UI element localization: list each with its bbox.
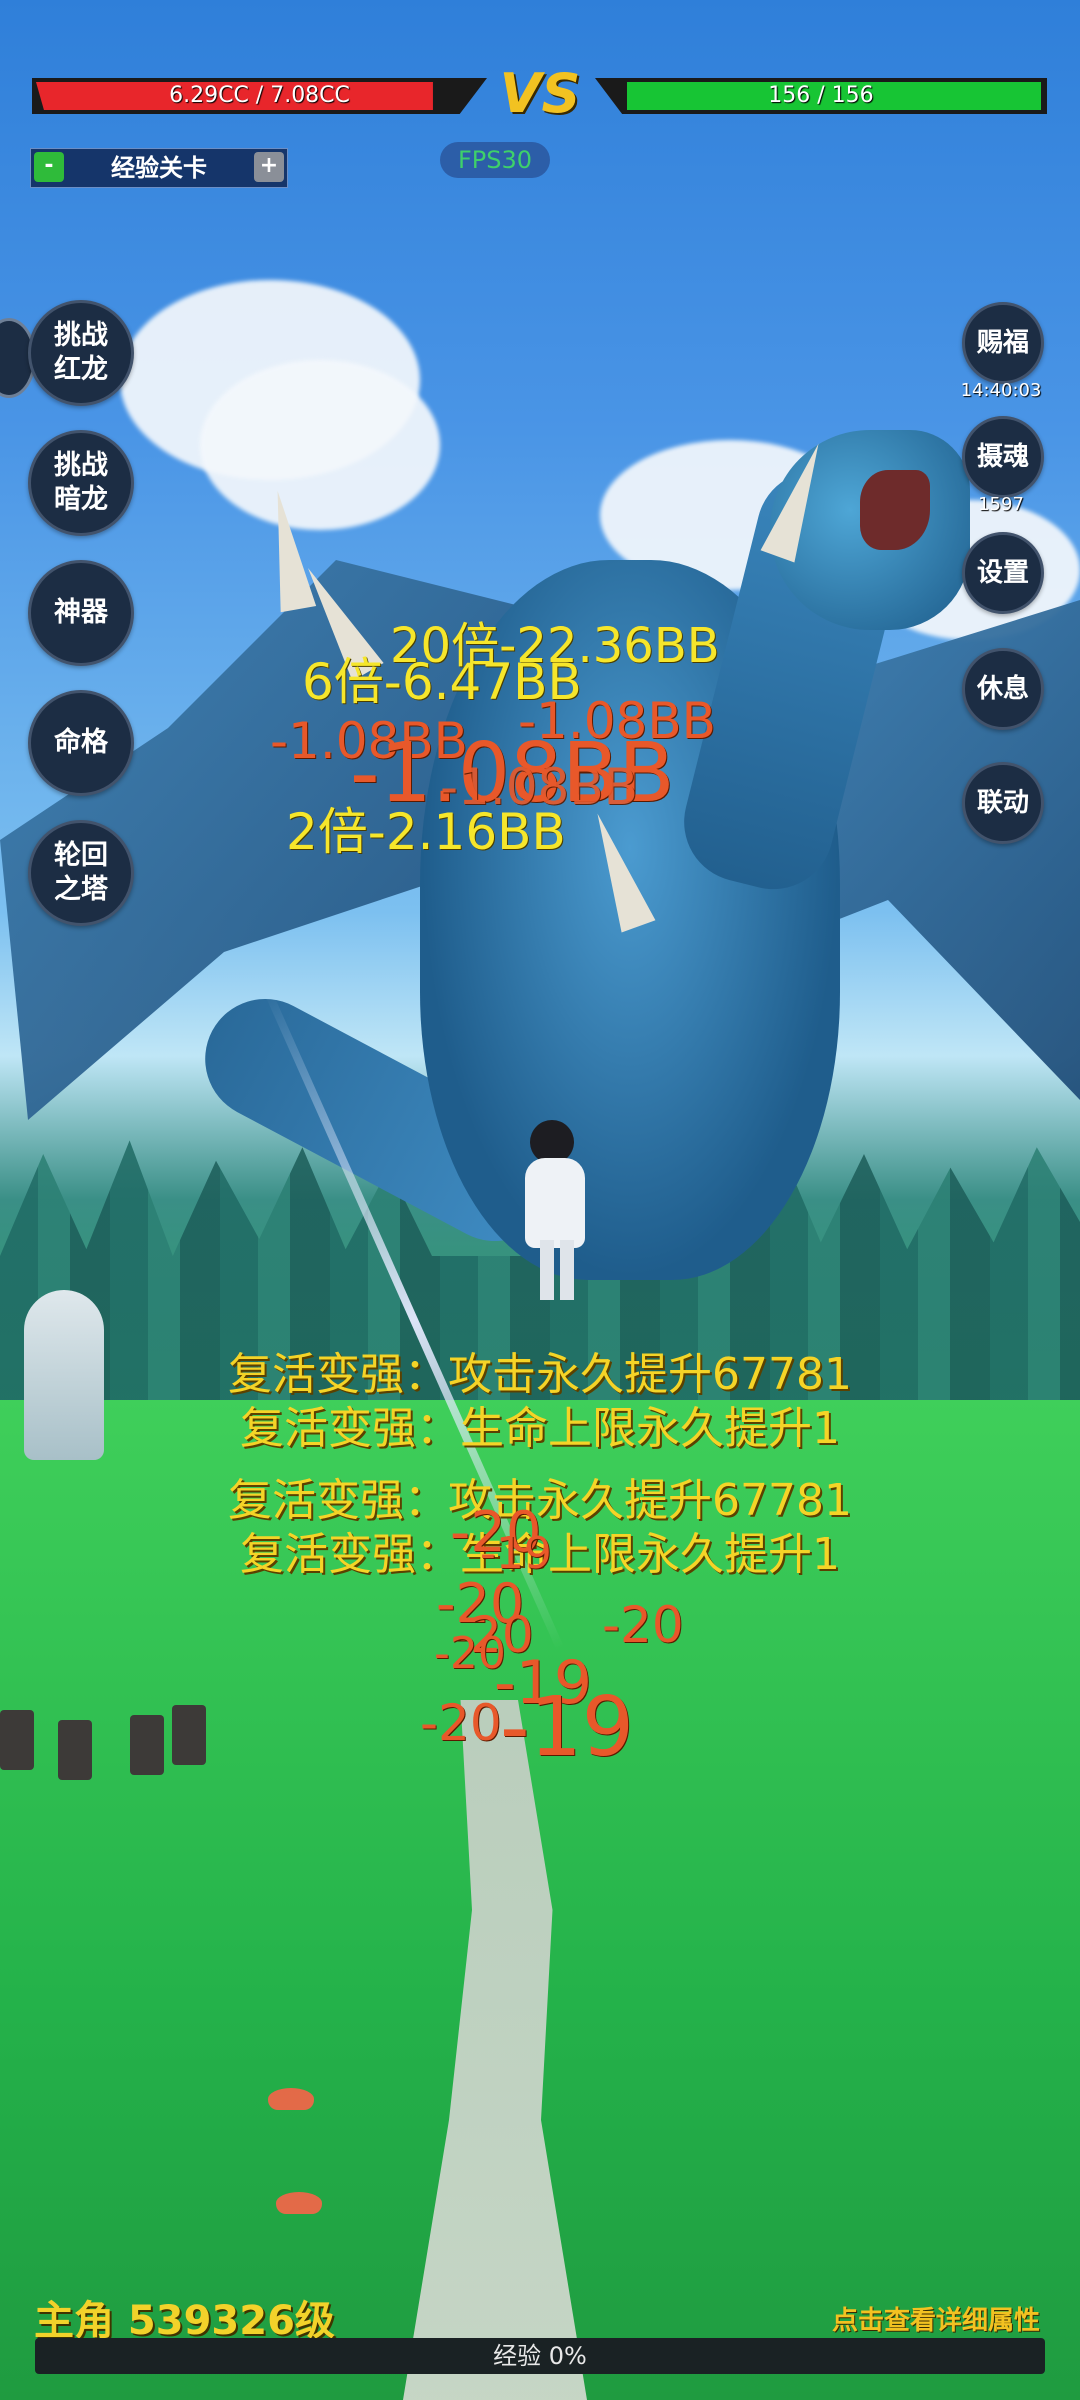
- mushroom: [276, 2192, 322, 2214]
- mode-label: 经验关卡: [111, 154, 207, 182]
- view-detail-attributes-link[interactable]: 点击查看详细属性: [832, 2300, 1040, 2337]
- stage-mode-selector: - 经验关卡 +: [30, 148, 288, 188]
- challenge-dark-dragon-button[interactable]: 挑战 暗龙: [28, 430, 134, 536]
- hero-leg: [540, 1240, 554, 1300]
- mushroom: [268, 2088, 314, 2110]
- mode-prev-button[interactable]: -: [34, 152, 64, 182]
- soul-capture-button[interactable]: 摄魂: [962, 416, 1044, 498]
- experience-text: 经验 0%: [493, 2342, 587, 2370]
- vs-label: VS: [499, 62, 581, 125]
- sky-cloud: [200, 360, 440, 530]
- reincarnation-tower-button[interactable]: 轮回 之塔: [28, 820, 134, 926]
- challenge-red-dragon-button[interactable]: 挑战 红龙: [28, 300, 134, 406]
- tree-stump: [172, 1705, 206, 1765]
- dragon-mouth: [860, 470, 930, 550]
- tree-stump: [0, 1710, 34, 1770]
- artifact-button[interactable]: 神器: [28, 560, 134, 666]
- blessing-button[interactable]: 赐福: [962, 302, 1044, 384]
- player-hp-bar: 6.29CC / 7.08CC: [32, 78, 487, 114]
- hit-number: -20: [602, 1596, 684, 1654]
- enemy-hp-text: 156 / 156: [768, 83, 874, 108]
- tree-stump: [58, 1720, 92, 1780]
- revive-buff-text: 复活变强：生命上限永久提升1: [240, 1403, 840, 1454]
- hit-number: -20: [420, 1694, 502, 1752]
- destiny-button[interactable]: 命格: [28, 690, 134, 796]
- mode-next-button[interactable]: +: [254, 152, 284, 182]
- fps-counter: FPS30: [440, 142, 550, 178]
- enemy-hp-bar: 156 / 156: [595, 78, 1047, 114]
- hit-number: -19: [500, 1680, 634, 1775]
- damage-text: 2倍-2.16BB: [286, 803, 566, 861]
- collab-button[interactable]: 联动: [962, 762, 1044, 844]
- soul-capture-count: 1597: [978, 494, 1024, 515]
- tree-stump: [130, 1715, 164, 1775]
- hero-body: [525, 1158, 585, 1248]
- experience-bar: 经验 0%: [35, 2338, 1045, 2374]
- settings-button[interactable]: 设置: [962, 532, 1044, 614]
- hero-leg: [560, 1240, 574, 1300]
- blessing-timer: 14:40:03: [960, 380, 1042, 401]
- rest-button[interactable]: 休息: [962, 648, 1044, 730]
- player-hp-text: 6.29CC / 7.08CC: [169, 83, 350, 108]
